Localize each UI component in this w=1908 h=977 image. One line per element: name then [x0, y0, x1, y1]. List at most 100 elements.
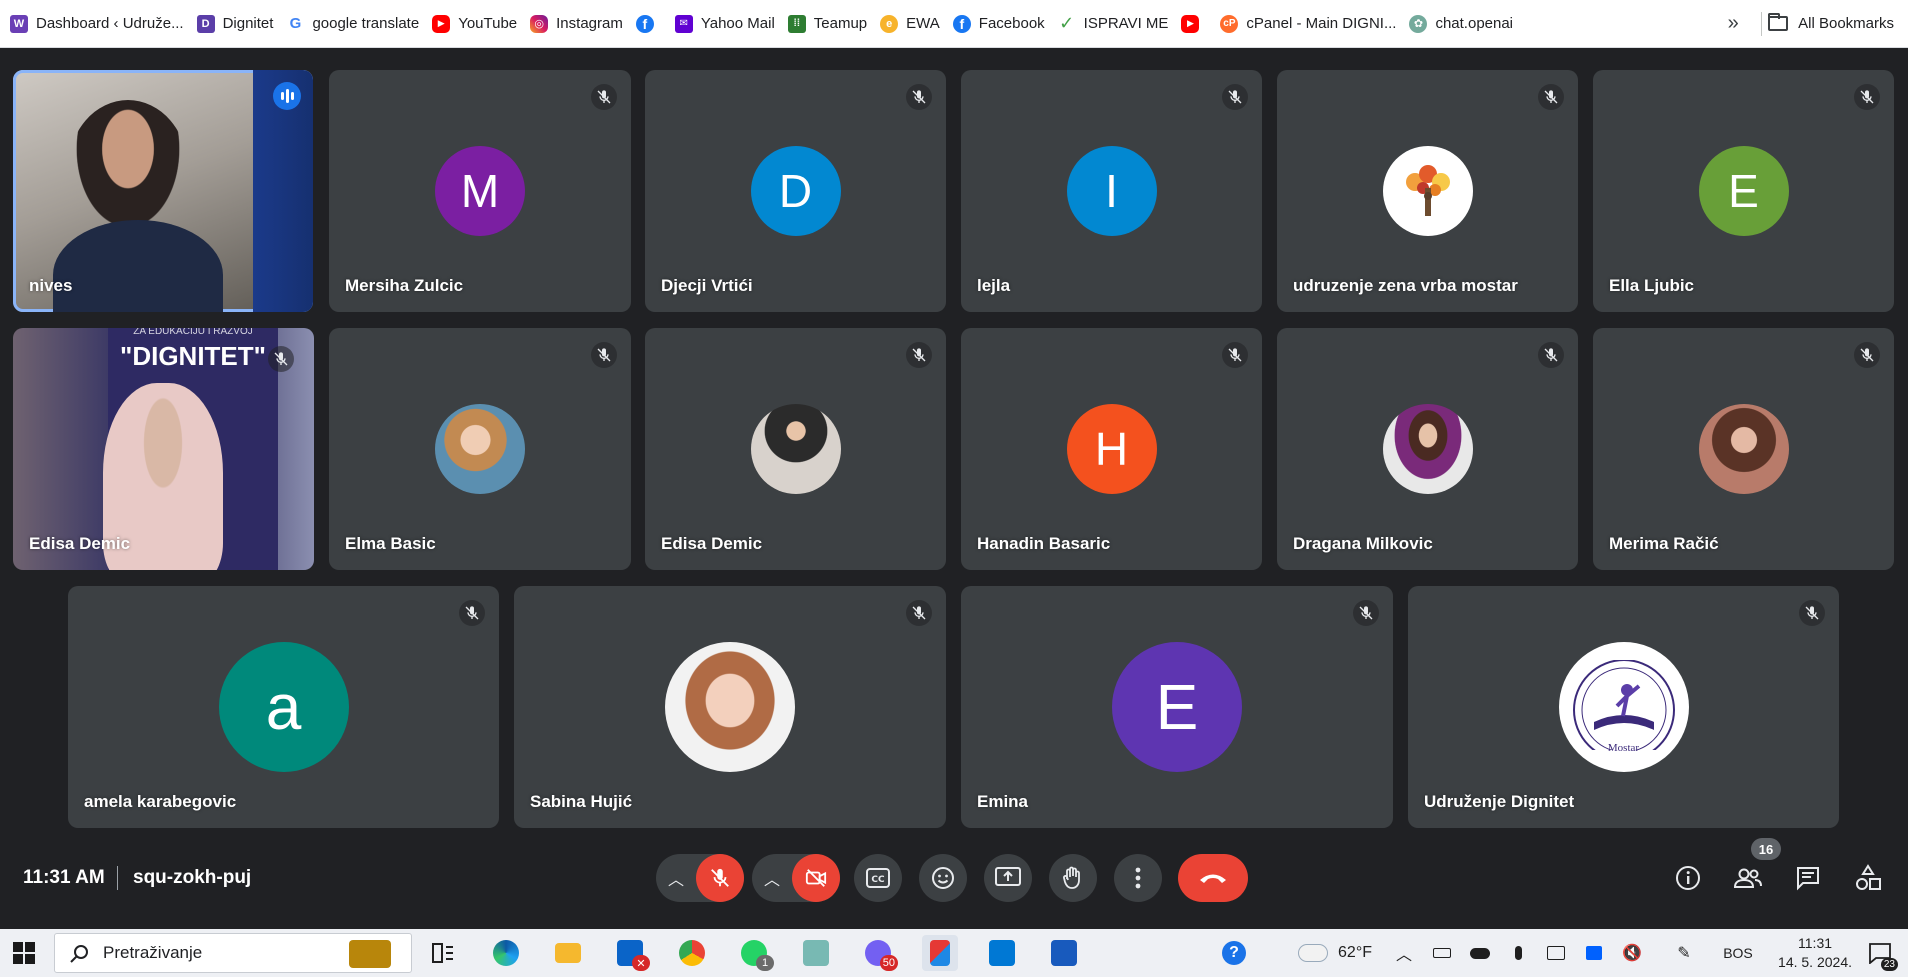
participant-tile-elma[interactable]: Elma Basic	[329, 328, 631, 570]
google-icon: G	[286, 14, 305, 33]
outlook-error-badge: ✕	[632, 955, 650, 971]
present-screen-button[interactable]	[984, 854, 1032, 902]
bookmark-facebook-2[interactable]: f Facebook	[949, 9, 1054, 39]
avatar-initial: D	[778, 165, 813, 217]
folder-icon	[1768, 13, 1789, 31]
word-app[interactable]	[1046, 935, 1082, 971]
meeting-code[interactable]: squ-zokh-puj	[133, 867, 251, 889]
volume-muted-icon[interactable]: 🔇	[1618, 929, 1646, 977]
avatar-initial: E	[1155, 671, 1199, 743]
bookmark-dignitet[interactable]: D Dignitet	[193, 9, 283, 39]
mic-off-icon	[906, 84, 932, 110]
bookmark-cpanel[interactable]: cP cPanel - Main DIGNI...	[1216, 9, 1405, 39]
windows-logo-icon	[13, 942, 35, 964]
weather-widget[interactable]: 62°F	[1280, 929, 1390, 977]
mic-control-group: ︿	[656, 854, 744, 902]
mic-off-icon	[1353, 600, 1379, 626]
help-icon[interactable]: ?	[1218, 929, 1250, 977]
start-button[interactable]	[6, 935, 42, 971]
notes-app[interactable]	[798, 935, 834, 971]
mic-options-chevron-icon[interactable]: ︿	[656, 866, 696, 890]
participant-name: Dragana Milkovic	[1293, 534, 1433, 553]
participant-tile-dragana[interactable]: Dragana Milkovic	[1277, 328, 1578, 570]
file-explorer-app[interactable]	[550, 935, 586, 971]
leave-call-button[interactable]	[1178, 854, 1248, 902]
profile-photo	[1382, 404, 1473, 494]
participant-tile-amela[interactable]: a amela karabegovic	[68, 586, 499, 828]
bookmark-teamup[interactable]: ⁞⁞ Teamup	[784, 9, 876, 39]
outlook-app[interactable]: ✕	[612, 935, 650, 971]
store-app[interactable]	[984, 935, 1020, 971]
edge-app[interactable]	[488, 935, 524, 971]
participant-tile-ella[interactable]: E Ella Ljubic	[1593, 70, 1894, 312]
bookmark-yahoo-mail[interactable]: ✉ Yahoo Mail	[671, 9, 784, 39]
participant-tile-merima[interactable]: Merima Račić	[1593, 328, 1894, 570]
pen-icon[interactable]: ✎	[1670, 929, 1698, 977]
bookmark-youtube-2[interactable]: ▶	[1177, 9, 1216, 39]
microphone-toggle-button[interactable]	[696, 854, 744, 902]
bookmark-dashboard[interactable]: W Dashboard ‹ Udruže...	[6, 9, 193, 39]
chat-icon	[1797, 867, 1819, 891]
snipping-tool-app[interactable]	[922, 935, 958, 971]
search-icon	[70, 945, 88, 963]
mic-off-icon	[268, 346, 294, 372]
present-screen-icon	[995, 867, 1021, 886]
participant-tile-vrba-mostar[interactable]: udruzenje zena vrba mostar	[1277, 70, 1578, 312]
participant-tile-djecji-vrtici[interactable]: D Djecji Vrtići	[645, 70, 946, 312]
avatar: I	[1066, 146, 1157, 236]
mic-off-icon	[1799, 600, 1825, 626]
participant-tile-sabina[interactable]: Sabina Hujić	[514, 586, 946, 828]
edge-icon	[493, 940, 519, 966]
teamup-icon: ⁞⁞	[787, 14, 806, 33]
show-hidden-icons-chevron-icon[interactable]: ︿	[1392, 929, 1416, 977]
bookmark-ewa[interactable]: e EWA	[876, 9, 949, 39]
bookmark-google-translate[interactable]: Ggoogle translate	[282, 9, 428, 39]
camera-toggle-button[interactable]	[792, 854, 840, 902]
taskbar-search-box[interactable]: Pretraživanje	[54, 933, 412, 973]
people-button[interactable]	[1726, 856, 1770, 900]
bookmark-instagram[interactable]: ◎ Instagram	[526, 9, 632, 39]
participant-tile-edisa-video[interactable]: ZA EDUKACIJU I RAZVOJ "DIGNITET" Edisa D…	[13, 328, 314, 570]
task-view-button[interactable]	[425, 935, 461, 971]
viber-app[interactable]: 50	[860, 935, 898, 971]
all-bookmarks-button[interactable]: All Bookmarks	[1768, 13, 1908, 32]
activities-button[interactable]	[1846, 856, 1890, 900]
mic-off-icon	[906, 600, 932, 626]
chat-button[interactable]	[1786, 856, 1830, 900]
raise-hand-button[interactable]	[1049, 854, 1097, 902]
captions-button[interactable]: CC	[854, 854, 902, 902]
mic-off-icon	[1538, 342, 1564, 368]
system-clock[interactable]: 11:31 14. 5. 2024.	[1778, 934, 1852, 972]
participant-tile-emina[interactable]: E Emina	[961, 586, 1393, 828]
onedrive-icon[interactable]	[1466, 929, 1494, 977]
participant-tile-nives[interactable]: nives	[13, 70, 313, 312]
dignitet-icon: D	[196, 14, 215, 33]
chrome-app[interactable]	[674, 935, 710, 971]
notifications-button[interactable]: 23	[1862, 929, 1898, 977]
chrome-icon	[679, 940, 705, 966]
participant-tile-mersiha[interactable]: M Mersiha Zulcic	[329, 70, 631, 312]
input-language-indicator[interactable]: BOS	[1718, 929, 1758, 977]
participant-tile-hanadin[interactable]: H Hanadin Basaric	[961, 328, 1262, 570]
bookmark-facebook-1[interactable]: f	[632, 9, 671, 39]
bookmark-chat-openai[interactable]: ✿ chat.openai	[1405, 9, 1522, 39]
battery-icon[interactable]	[1428, 929, 1456, 977]
reactions-button[interactable]	[919, 854, 967, 902]
bookmark-youtube[interactable]: ▶ YouTube	[428, 9, 526, 39]
cpanel-icon: cP	[1220, 14, 1239, 33]
more-options-button[interactable]	[1114, 854, 1162, 902]
participant-tile-edisa-photo[interactable]: Edisa Demic	[645, 328, 946, 570]
display-icon[interactable]	[1542, 929, 1570, 977]
whatsapp-app[interactable]: 1	[736, 935, 774, 971]
participant-tile-lejla[interactable]: I lejla	[961, 70, 1262, 312]
facebook-icon: f	[635, 14, 654, 33]
participant-name: Sabina Hujić	[530, 792, 633, 811]
participant-tile-udruzenje-dignitet[interactable]: Mostar Udruženje Dignitet	[1408, 586, 1839, 828]
bookmark-ispravi-me[interactable]: ✓ ISPRAVI ME	[1054, 9, 1178, 39]
participant-name: udruzenje zena vrba mostar	[1293, 276, 1518, 295]
camera-options-chevron-icon[interactable]: ︿	[752, 866, 792, 890]
meeting-details-button[interactable]	[1666, 856, 1710, 900]
microphone-tray-icon[interactable]	[1504, 929, 1532, 977]
dropbox-icon[interactable]	[1580, 929, 1608, 977]
bookmarks-overflow-button[interactable]: »	[1713, 12, 1753, 35]
